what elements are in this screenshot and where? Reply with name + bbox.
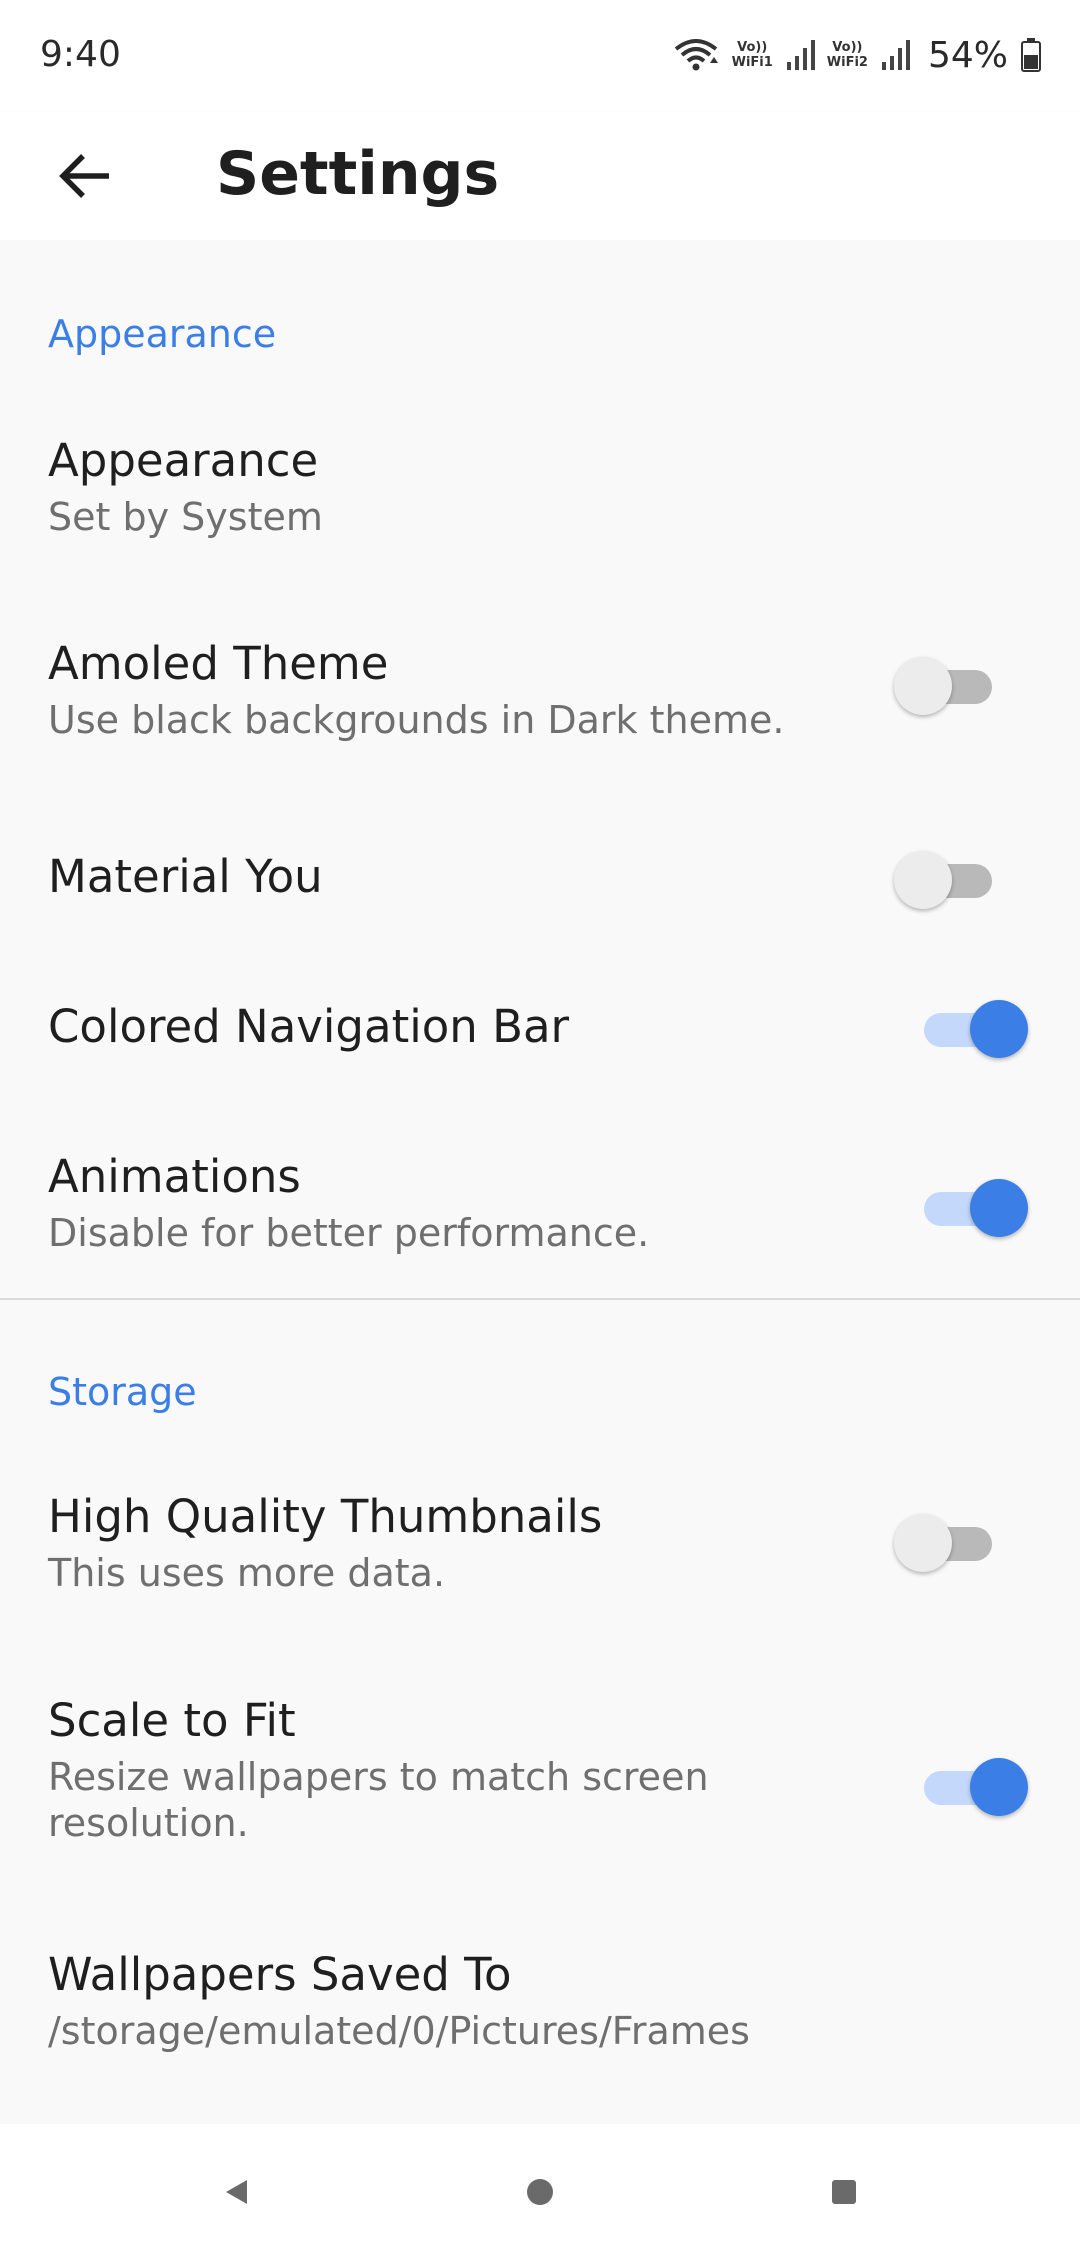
nav-back-button[interactable] bbox=[206, 2162, 266, 2222]
section-divider bbox=[0, 1298, 1080, 1300]
setting-material-you[interactable]: Material You bbox=[0, 840, 1080, 970]
home-circle-icon bbox=[527, 2179, 553, 2205]
setting-high-quality-thumbnails[interactable]: High Quality Thumbnails This uses more d… bbox=[0, 1480, 1080, 1670]
sim1-volte-label: Vo)) WiFi1 bbox=[731, 40, 773, 70]
setting-subtitle: Resize wallpapers to match screen resolu… bbox=[48, 1755, 709, 1845]
setting-title: High Quality Thumbnails bbox=[48, 1490, 603, 1543]
scale-to-fit-toggle[interactable] bbox=[910, 1754, 1030, 1818]
signal-icon bbox=[881, 40, 910, 70]
material-you-toggle[interactable] bbox=[894, 847, 1014, 911]
setting-title: Wallpapers Saved To bbox=[48, 1948, 512, 2001]
page-title: Settings bbox=[216, 139, 500, 209]
setting-colored-navigation-bar[interactable]: Colored Navigation Bar bbox=[0, 990, 1080, 1120]
status-icons: Vo)) WiFi1 Vo)) WiFi2 54% bbox=[672, 30, 1042, 80]
amoled-theme-toggle[interactable] bbox=[894, 653, 1014, 717]
setting-subtitle: Set by System bbox=[48, 495, 323, 539]
settings-list: Appearance Appearance Set by System Amol… bbox=[0, 240, 1080, 2124]
nav-recents-button[interactable] bbox=[814, 2162, 874, 2222]
nav-home-button[interactable] bbox=[510, 2162, 570, 2222]
back-button[interactable] bbox=[44, 134, 128, 218]
status-bar: 9:40 Vo)) WiFi1 Vo)) WiFi2 54% bbox=[0, 0, 1080, 112]
setting-animations[interactable]: Animations Disable for better performanc… bbox=[0, 1140, 1080, 1330]
arrow-left-icon bbox=[59, 154, 109, 198]
setting-subtitle: Disable for better performance. bbox=[48, 1211, 650, 1255]
setting-amoled-theme[interactable]: Amoled Theme Use black backgrounds in Da… bbox=[0, 625, 1080, 815]
setting-title: Scale to Fit bbox=[48, 1694, 296, 1747]
battery-icon bbox=[1021, 38, 1041, 72]
setting-subtitle: /storage/emulated/0/Pictures/Frames bbox=[48, 2009, 750, 2053]
section-header-storage: Storage bbox=[48, 1370, 197, 1414]
setting-wallpapers-saved-to[interactable]: Wallpapers Saved To /storage/emulated/0/… bbox=[0, 1938, 1080, 2118]
setting-title: Appearance bbox=[48, 434, 319, 487]
setting-subtitle: Use black backgrounds in Dark theme. bbox=[48, 698, 785, 742]
setting-scale-to-fit[interactable]: Scale to Fit Resize wallpapers to match … bbox=[0, 1684, 1080, 1904]
status-time: 9:40 bbox=[40, 34, 121, 75]
setting-title: Colored Navigation Bar bbox=[48, 1000, 570, 1053]
setting-subtitle: This uses more data. bbox=[48, 1551, 446, 1595]
animations-toggle[interactable] bbox=[910, 1175, 1030, 1239]
setting-appearance[interactable]: Appearance Set by System bbox=[0, 420, 1080, 610]
setting-title: Material You bbox=[48, 850, 323, 903]
recents-square-icon bbox=[832, 2180, 856, 2204]
setting-title: Amoled Theme bbox=[48, 637, 389, 690]
back-triangle-icon bbox=[226, 2180, 247, 2204]
system-nav-bar bbox=[0, 2124, 1080, 2260]
setting-title: Animations bbox=[48, 1150, 301, 1203]
wifi-icon bbox=[674, 39, 718, 71]
sim2-volte-label: Vo)) WiFi2 bbox=[826, 40, 868, 70]
battery-percent: 54% bbox=[927, 34, 1008, 76]
colored-navigation-bar-toggle[interactable] bbox=[910, 996, 1030, 1060]
high-quality-thumbnails-toggle[interactable] bbox=[894, 1510, 1014, 1574]
app-bar: Settings bbox=[0, 112, 1080, 240]
section-header-appearance: Appearance bbox=[48, 312, 277, 356]
signal-icon bbox=[786, 40, 815, 70]
